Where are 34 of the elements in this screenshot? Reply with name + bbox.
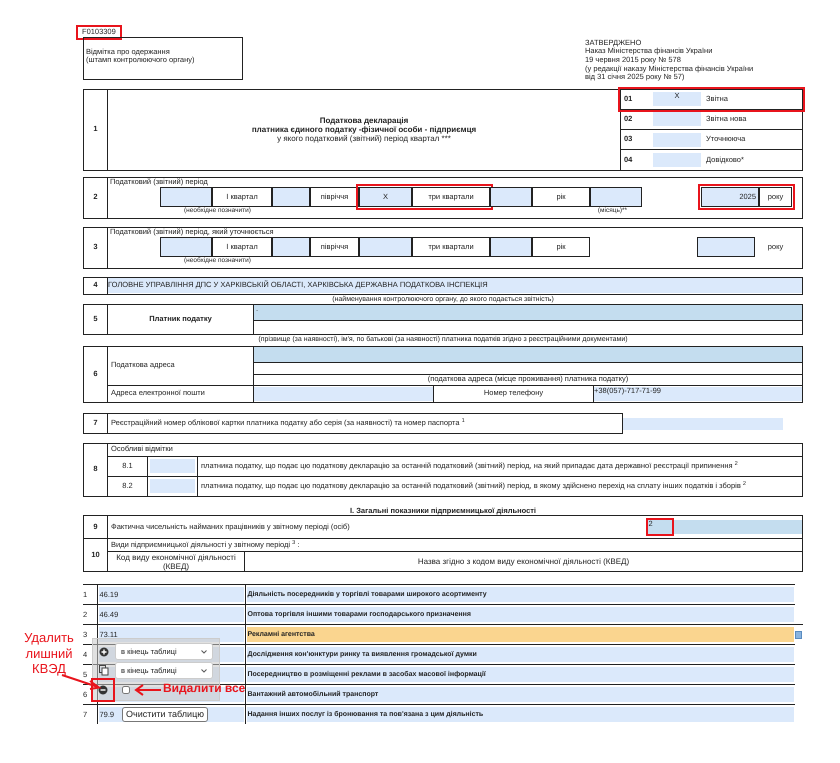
minus-icon[interactable] (98, 684, 108, 695)
remove-row-button[interactable] (94, 680, 112, 699)
mark-field[interactable] (150, 459, 195, 474)
period-field[interactable] (160, 187, 212, 208)
column-header: Назва згідно з кодом виду економічної діяльності (КВЕД) (244, 552, 802, 572)
declaration-title: Податкова декларація (318, 116, 410, 126)
period-field[interactable] (490, 237, 532, 258)
passport-field[interactable] (623, 418, 783, 430)
period-field[interactable] (490, 187, 532, 208)
caret-icon (201, 668, 207, 673)
clear-all-checkbox[interactable] (122, 686, 130, 694)
annotation-arrow (134, 684, 162, 696)
address-field[interactable] (254, 346, 802, 362)
year-field[interactable] (697, 237, 755, 258)
annotation-text: Видалити все (163, 681, 246, 696)
period-field[interactable] (272, 187, 310, 208)
report-type-field[interactable] (653, 132, 701, 147)
add-icon[interactable] (99, 646, 109, 657)
report-type-field[interactable] (653, 153, 701, 167)
copy-icon[interactable] (99, 665, 109, 676)
month-field[interactable] (590, 187, 642, 208)
caret-icon (201, 650, 207, 654)
row-menu-icon[interactable] (795, 631, 802, 640)
period-field[interactable] (160, 237, 212, 258)
report-type-field[interactable] (653, 112, 701, 126)
annotation-text: Удалить лишний КВЭД (23, 630, 75, 677)
mark-field[interactable] (150, 479, 195, 494)
period-field[interactable] (272, 237, 310, 258)
email-field[interactable] (254, 386, 433, 401)
column-header: Код виду економічної діяльності (КВЕД) (108, 552, 244, 572)
period-field[interactable] (359, 237, 412, 258)
tooltip: Очистити таблицю (122, 707, 208, 722)
declaration-title: платника єдиного податку -фізичної особи - підприємця (250, 125, 478, 134)
declaration-subtitle: у якого податковий (звітний) період квартал *** (276, 134, 452, 144)
